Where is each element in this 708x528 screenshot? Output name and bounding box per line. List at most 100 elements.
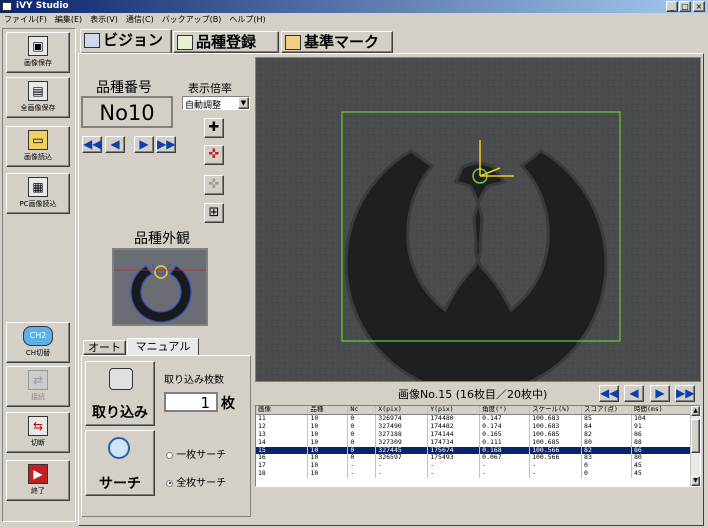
all-search-radio[interactable] [166,479,173,487]
capture-label: 取り込み [92,405,148,421]
scroll-down-icon[interactable]: ▼ [691,476,700,486]
results-scrollbar[interactable]: ▲ ▼ [690,406,700,486]
table-cell: 12 [256,422,309,431]
table-cell: 0 [347,446,377,455]
load-image-label: 画像読込 [24,153,52,161]
results-grid: 画像 品種 Nc X(pix) Y(pix) 角度(°) スケール(%) スコア(点) 時間(m… [256,406,691,479]
single-search-option[interactable]: 一枚サーチ [166,446,226,461]
last-product-button[interactable]: ▶▶ [156,136,176,153]
chevron-down-icon[interactable]: ▼ [238,97,249,109]
camera-image [256,58,700,381]
table-cell: 15 [256,446,309,455]
load-image-button[interactable]: ▭ 画像読込 [6,126,70,167]
ch-switch-button[interactable]: CH2 CH切替 [6,322,70,363]
table-row[interactable]: 13 10 0 327188 174144 0.165 100.685 82 86 [256,430,691,439]
save-all-images-button[interactable]: ▤ 全画像保存 [6,77,70,118]
minimize-button[interactable]: _ [666,1,678,12]
menu-help[interactable]: ヘルプ(H) [225,13,269,26]
table-cell: 175493 [427,454,481,463]
first-image-button[interactable]: ◀◀ [599,385,619,402]
table-cell: 16 [256,454,309,463]
maximize-button[interactable]: □ [679,1,691,12]
table-row[interactable]: 14 10 0 327309 174734 0.111 100.685 80 88 [256,438,691,447]
table-row[interactable]: 18 10- - - - -0 45 [256,470,691,479]
table-cell: 10 [307,438,349,447]
auto-tab[interactable]: オート [83,340,126,355]
close-button[interactable]: × [693,1,705,12]
reference-mark-icon [285,35,301,50]
table-cell: 100.685 [529,438,583,447]
table-row[interactable]: 11 10 0 326974 174480 0.147 100.683 85 104 [256,414,691,423]
next-image-button[interactable]: ▶ [650,385,670,402]
results-column-header[interactable]: 時間(ms) [631,406,691,415]
results-column-header[interactable]: 角度(°) [479,406,531,415]
image-viewer[interactable] [255,57,701,382]
prev-image-button[interactable]: ◀ [624,385,644,402]
puzzle-outline-icon[interactable]: ✜ [204,145,224,165]
puzzle-gray-icon[interactable]: ✜ [204,175,224,195]
capture-button[interactable]: 取り込み [85,361,155,426]
capture-count-input[interactable]: 1 [164,392,218,412]
results-column-header[interactable]: Nc [347,406,377,415]
connect-button[interactable]: ⇄ 接続 [6,366,70,407]
save-image-button[interactable]: ▣ 画像保存 [6,32,70,73]
table-cell: 174482 [427,422,481,431]
scroll-up-icon[interactable]: ▲ [691,406,700,416]
table-row[interactable]: 12 10 0 327490 174482 0.174 100.683 84 91 [256,422,691,431]
tab-reference-mark[interactable]: 基準マーク [281,31,393,53]
single-search-label: 一枚サーチ [176,450,227,461]
manual-tab[interactable]: マニュアル [127,338,199,355]
table-cell: 0.168 [479,446,531,455]
menu-backup[interactable]: バックアップ(B) [158,13,226,26]
table-cell: 10 [307,414,349,423]
floppy-icon: ▣ [28,36,48,56]
table-cell: 45 [631,462,691,471]
menu-file[interactable]: ファイル(F) [0,13,51,26]
scroll-thumb[interactable] [691,419,700,453]
magnifier-icon [108,437,130,459]
tab-reference-mark-label: 基準マーク [304,33,380,51]
results-column-header[interactable]: スケール(%) [529,406,583,415]
menu-bar: ファイル(F) 編集(E) 表示(V) 通信(C) バックアップ(B) ヘルプ(H) [0,13,708,26]
table-cell: - [347,470,377,479]
table-cell: 0.067 [479,454,531,463]
single-search-radio[interactable] [166,451,173,459]
table-cell: 80 [631,454,691,463]
load-pc-image-button[interactable]: ▦ PC画像読込 [6,173,70,214]
menu-comm[interactable]: 通信(C) [122,13,158,26]
all-search-option[interactable]: 全枚サーチ [166,474,226,489]
table-row[interactable]: 17 10- - - - -0 45 [256,462,691,471]
table-row[interactable]: 15 10 0 327445 175674 0.168 100.566 82 86 [256,446,691,455]
tab-vision[interactable]: ビジョン [80,29,172,53]
disconnect-icon: ⇆ [28,416,48,436]
table-cell: 0 [347,414,377,423]
table-cell: 100.683 [529,414,583,423]
results-column-header[interactable]: Y(pix) [427,406,481,415]
results-column-header[interactable]: スコア(点) [581,406,633,415]
save-image-label: 画像保存 [24,59,52,67]
next-product-button[interactable]: ▶ [134,136,154,153]
zoom-select[interactable]: 自動調整 ▼ [182,96,250,111]
results-column-header[interactable]: 品種 [307,406,349,415]
menu-edit[interactable]: 編集(E) [51,13,86,26]
first-product-button[interactable]: ◀◀ [82,136,102,153]
last-image-button[interactable]: ▶▶ [675,385,695,402]
table-cell: 0 [347,430,377,439]
results-column-header[interactable]: X(pix) [375,406,429,415]
product-number-label: 品種番号 [96,80,152,96]
prev-product-button[interactable]: ◀ [105,136,125,153]
search-button[interactable]: サーチ [85,430,155,496]
results-table[interactable]: 画像 品種 Nc X(pix) Y(pix) 角度(°) スケール(%) スコア(点) 時間(m… [255,405,701,487]
save-all-images-label: 全画像保存 [20,104,56,112]
results-column-header[interactable]: 画像 [256,406,309,415]
puzzle-icon[interactable]: ✚ [204,118,224,138]
table-row[interactable]: 16 10 0 326597 175493 0.067 100.566 83 80 [256,454,691,463]
disconnect-button[interactable]: ⇆ 切断 [6,412,70,453]
grid-icon[interactable]: ⊞ [204,203,224,223]
table-cell: - [427,470,481,479]
table-cell: 88 [631,438,691,447]
tab-product-register[interactable]: 品種登録 [173,31,279,53]
menu-view[interactable]: 表示(V) [86,13,122,26]
product-appearance-label: 品種外観 [134,231,190,247]
exit-button[interactable]: ▶ 終了 [6,460,70,501]
